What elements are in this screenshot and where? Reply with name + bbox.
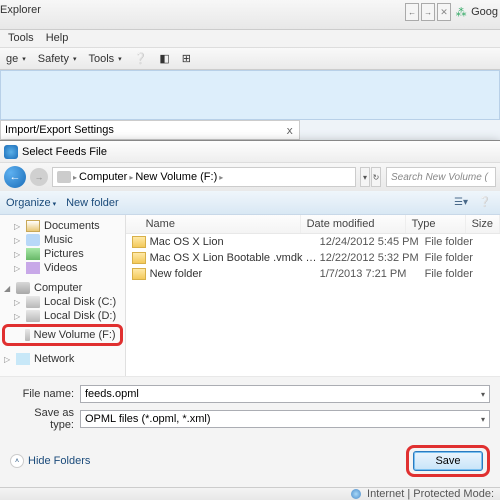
breadcrumb-root[interactable]: Computer	[79, 171, 127, 183]
filename-input[interactable]: feeds.opml	[80, 385, 490, 403]
folder-icon	[132, 236, 146, 248]
new-folder-button[interactable]: New folder	[66, 197, 119, 209]
dialog-title-bar: Select Feeds File	[0, 141, 500, 163]
wizard-close[interactable]: x	[280, 124, 299, 137]
nav-drive-c[interactable]: ▷Local Disk (C:)	[2, 295, 123, 309]
nav-drive-f[interactable]: New Volume (F:)	[2, 324, 123, 346]
nav-computer[interactable]: ◢Computer	[2, 281, 123, 295]
saveastype-select[interactable]: OPML files (*.opml, *.xml)	[80, 410, 490, 428]
col-size[interactable]: Size	[466, 215, 500, 233]
content-area	[0, 70, 500, 120]
wizard-title: Import/Export Settings	[5, 124, 114, 136]
navigation-pane: ▷Documents ▷Music ▷Pictures ▷Videos ◢Com…	[0, 215, 126, 376]
refresh-button[interactable]: ↻	[371, 167, 381, 187]
back-button[interactable]: ←	[4, 166, 26, 188]
lib-music[interactable]: ▷Music	[2, 233, 123, 247]
nav-back-small[interactable]: ←	[405, 3, 419, 21]
forward-button[interactable]: →	[30, 168, 48, 186]
menu-bar: Tools Help	[0, 30, 500, 48]
command-bar: ge Safety Tools ❔ ◧ ⊞	[0, 48, 500, 70]
hide-folders-button[interactable]: ˄ Hide Folders	[10, 454, 90, 468]
lib-videos[interactable]: ▷Videos	[2, 261, 123, 275]
status-text: Internet | Protected Mode:	[367, 488, 494, 500]
stop-icon[interactable]: ✕	[437, 3, 451, 21]
extra-icon-2[interactable]: ⊞	[178, 52, 195, 65]
chevron-up-icon: ˄	[10, 454, 24, 468]
col-name[interactable]: Name	[126, 215, 301, 233]
safety-button[interactable]: Safety	[34, 53, 81, 65]
breadcrumb[interactable]: ▸ Computer ▸ New Volume (F:) ▸	[52, 167, 356, 187]
lib-documents[interactable]: ▷Documents	[2, 219, 123, 233]
dialog-title: Select Feeds File	[22, 146, 107, 158]
filename-label: File name:	[10, 388, 80, 400]
prev-loc-button[interactable]: ▾	[360, 167, 370, 187]
saveastype-label: Save as type:	[10, 407, 80, 431]
wizard-title-bar: Import/Export Settings x	[0, 120, 300, 140]
menu-help[interactable]: Help	[40, 30, 75, 47]
folder-icon	[132, 252, 146, 264]
status-bar: Internet | Protected Mode:	[0, 487, 500, 500]
file-row[interactable]: New folder 1/7/2013 7:21 PM File folder	[126, 266, 500, 282]
search-provider-label: Goog	[471, 6, 498, 18]
ie-icon	[4, 145, 18, 159]
save-button[interactable]: Save	[413, 451, 483, 471]
nav-fwd-small[interactable]: →	[421, 3, 435, 21]
nav-drive-d[interactable]: ▷Local Disk (D:)	[2, 309, 123, 323]
file-row[interactable]: Mac OS X Lion Bootable .vmdk (For VMw...…	[126, 250, 500, 266]
window-title: Explorer	[0, 4, 41, 16]
menu-tools[interactable]: Tools	[2, 30, 40, 47]
file-row[interactable]: Mac OS X Lion 12/24/2012 5:45 PM File fo…	[126, 234, 500, 250]
save-dialog: Select Feeds File ← → ▸ Computer ▸ New V…	[0, 140, 500, 487]
breadcrumb-current[interactable]: New Volume (F:)	[135, 171, 217, 183]
col-date[interactable]: Date modified	[301, 215, 406, 233]
organize-button[interactable]: Organize	[6, 197, 56, 209]
view-button[interactable]: ☰▾	[452, 195, 470, 211]
zone-icon	[351, 489, 361, 499]
nav-network[interactable]: ▷Network	[2, 352, 123, 366]
drive-icon	[57, 171, 71, 183]
folder-icon	[132, 268, 146, 280]
help-icon[interactable]: ❔	[130, 52, 152, 65]
extra-icon-1[interactable]: ◧	[155, 52, 173, 65]
search-provider-icon[interactable]: ⁂	[453, 4, 469, 20]
tools-button[interactable]: Tools	[84, 53, 125, 65]
lib-pictures[interactable]: ▷Pictures	[2, 247, 123, 261]
page-button[interactable]: ge	[2, 53, 30, 65]
file-list: Name Date modified Type Size Mac OS X Li…	[126, 215, 500, 376]
col-type[interactable]: Type	[406, 215, 466, 233]
help-button[interactable]: ❔	[476, 195, 494, 211]
search-input[interactable]: Search New Volume (	[386, 167, 496, 187]
